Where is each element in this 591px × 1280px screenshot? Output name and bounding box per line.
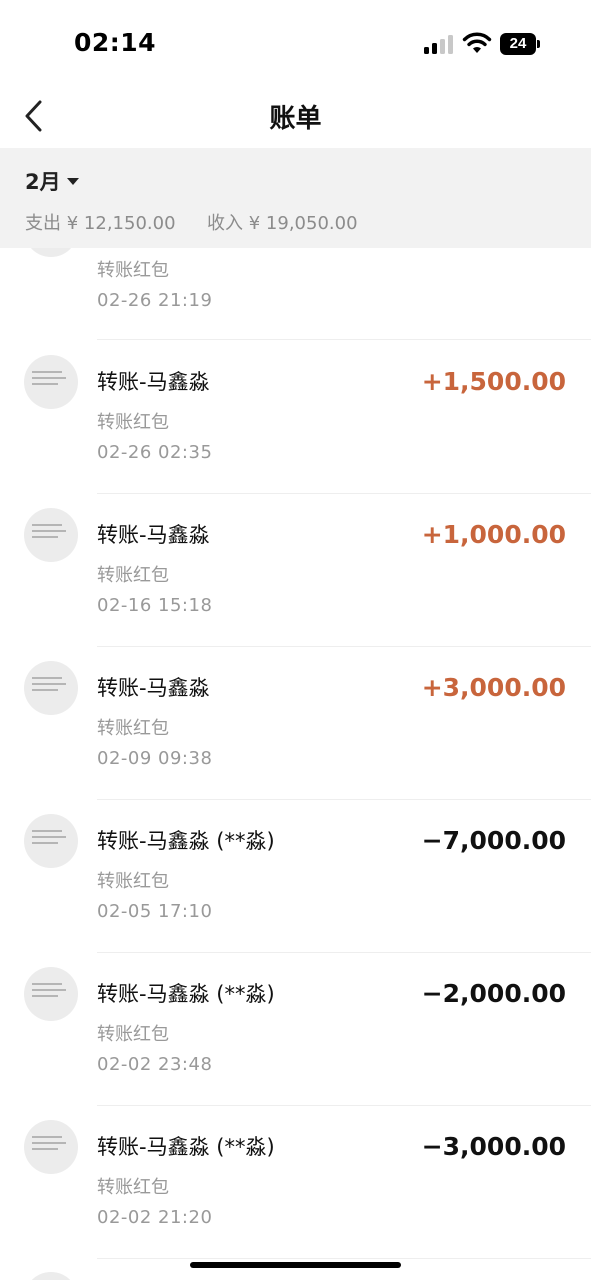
avatar xyxy=(24,1120,78,1174)
status-bar: 02:14 24 xyxy=(0,0,591,88)
list-item[interactable]: 转账-马鑫淼 (**淼) −3,000.00 转账红包 02-02 21:20 xyxy=(0,1105,591,1258)
income-total: ¥ 19,050.00 xyxy=(248,213,358,234)
item-time: 02-02 23:48 xyxy=(97,1054,213,1075)
list-item[interactable]: 转账-马鑫淼 +3,000.00 转账红包 02-09 09:38 xyxy=(0,646,591,799)
item-amount: −3,000.00 xyxy=(421,1132,566,1161)
battery-level: 24 xyxy=(500,33,536,55)
totals: 支出 ¥ 12,150.00 收入 ¥ 19,050.00 xyxy=(25,209,358,235)
item-time: 02-09 09:38 xyxy=(97,748,213,769)
nav-bar: 账单 xyxy=(0,88,591,148)
expense-label: 支出 xyxy=(25,213,61,234)
item-amount: +1,500.00 xyxy=(421,367,566,396)
avatar xyxy=(24,355,78,409)
avatar xyxy=(24,248,78,257)
item-time: 02-16 15:18 xyxy=(97,595,213,616)
income-label: 收入 xyxy=(207,213,243,234)
month-summary: 2月 支出 ¥ 12,150.00 收入 ¥ 19,050.00 xyxy=(0,148,591,248)
list-item[interactable]: 转账-马鑫淼 (**淼) −2,000.00 转账红包 02-02 23:48 xyxy=(0,952,591,1105)
month-selector[interactable]: 2月 xyxy=(25,166,79,196)
divider xyxy=(97,1258,591,1259)
item-amount: +1,000.00 xyxy=(421,520,566,549)
item-title: 转账-马鑫淼 (**淼) xyxy=(97,1135,275,1159)
item-time: 02-05 17:10 xyxy=(97,901,213,922)
item-subtitle: 转账红包 xyxy=(97,871,169,892)
item-amount: −7,000.00 xyxy=(421,826,566,855)
avatar xyxy=(24,814,78,868)
month-label: 2月 xyxy=(25,170,61,194)
item-time: 02-26 21:19 xyxy=(97,290,213,311)
item-amount: −2,000.00 xyxy=(421,979,566,1008)
expense-total: ¥ 12,150.00 xyxy=(66,213,176,234)
item-title: 转账-马鑫淼 xyxy=(97,523,210,547)
item-amount: +3,000.00 xyxy=(421,673,566,702)
avatar xyxy=(24,508,78,562)
item-title: 转账-马鑫淼 xyxy=(97,370,210,394)
wifi-icon xyxy=(462,32,492,53)
list-item[interactable]: 转账-马鑫淼 +1,000.00 转账红包 02-16 15:18 xyxy=(0,493,591,646)
avatar xyxy=(24,661,78,715)
item-subtitle: 转账红包 xyxy=(97,565,169,586)
item-subtitle: 转账红包 xyxy=(97,1177,169,1198)
item-time: 02-02 21:20 xyxy=(97,1207,213,1228)
item-title: 转账-马鑫淼 xyxy=(97,676,210,700)
home-indicator xyxy=(190,1262,401,1268)
item-subtitle: 转账红包 xyxy=(97,260,169,281)
item-subtitle: 转账红包 xyxy=(97,412,169,433)
avatar xyxy=(24,1272,78,1280)
list-item[interactable]: 转账红包 02-26 21:19 xyxy=(0,248,591,311)
item-subtitle: 转账红包 xyxy=(97,718,169,739)
page-title: 账单 xyxy=(269,104,322,134)
item-title: 转账-马鑫淼 (**淼) xyxy=(97,982,275,1006)
cellular-signal-icon xyxy=(424,34,454,54)
list-item[interactable]: 转账-马鑫淼 +1,500.00 转账红包 02-26 02:35 xyxy=(0,340,591,493)
status-time: 02:14 xyxy=(74,28,157,57)
battery-icon: 24 xyxy=(500,33,540,55)
caret-down-icon xyxy=(66,177,79,185)
item-title: 转账-马鑫淼 (**淼) xyxy=(97,829,275,853)
avatar xyxy=(24,967,78,1021)
item-subtitle: 转账红包 xyxy=(97,1024,169,1045)
transaction-list: 转账红包 02-26 21:19 转账-马鑫淼 +1,500.00 转账红包 0… xyxy=(0,248,591,1280)
list-item[interactable]: 转账-马鑫淼 (**淼) −7,000.00 转账红包 02-05 17:10 xyxy=(0,799,591,952)
item-time: 02-26 02:35 xyxy=(97,442,213,463)
